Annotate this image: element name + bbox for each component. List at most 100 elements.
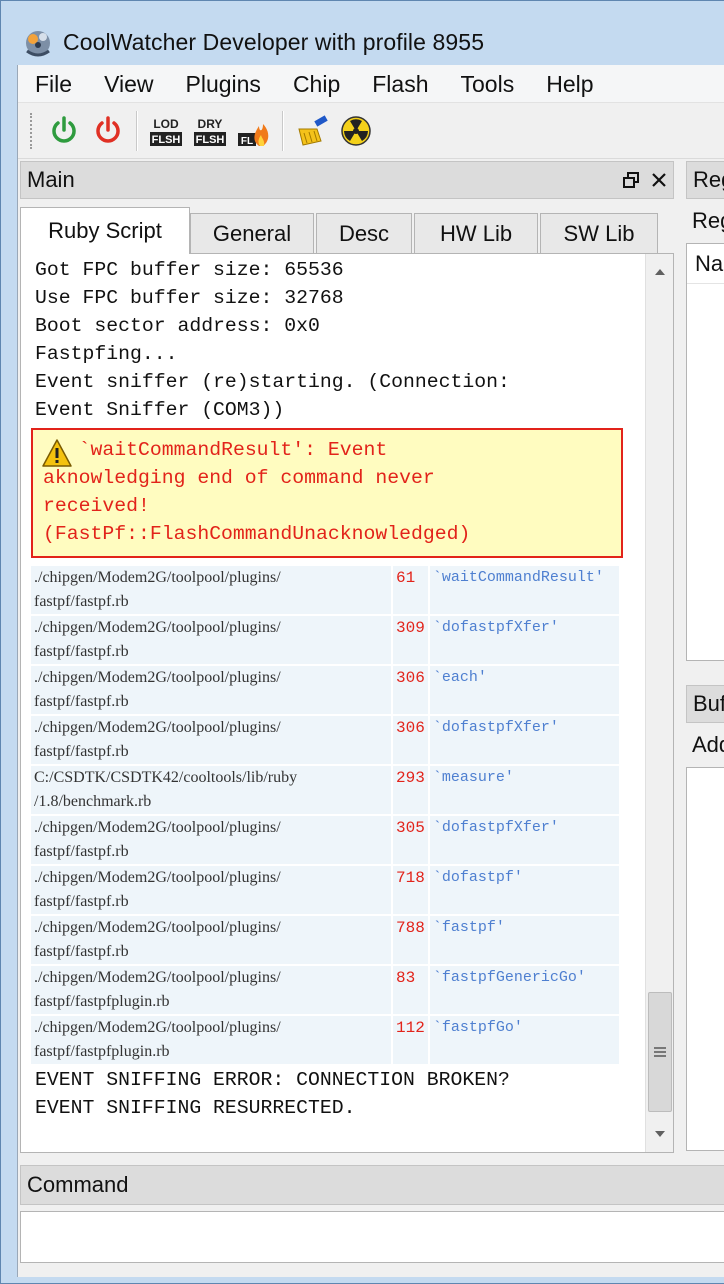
- backtrace-line-number: 309: [393, 616, 428, 664]
- backtrace-method: `dofastpfXfer': [429, 616, 619, 664]
- close-icon: [652, 173, 666, 187]
- triangle-down-icon: [655, 1131, 665, 1137]
- lod-flash-button[interactable]: LOD FLSH: [147, 111, 185, 151]
- backtrace-file-path: ./chipgen/Modem2G/toolpool/plugins/fastp…: [31, 666, 391, 714]
- title-bar[interactable]: CoolWatcher Developer with profile 8955: [7, 19, 724, 65]
- backtrace-method: `waitCommandResult': [429, 566, 619, 614]
- lod-flash-icon: LOD FLSH: [150, 117, 182, 146]
- backtrace-file-path-line2: fastpf/fastpfplugin.rb: [34, 993, 170, 1010]
- backtrace-file-path: ./chipgen/Modem2G/toolpool/plugins/fastp…: [31, 816, 391, 864]
- app-window: CoolWatcher Developer with profile 8955 …: [0, 0, 724, 1284]
- buffer-address-label: Add: [692, 732, 724, 757]
- scroll-down-arrow[interactable]: [646, 1116, 674, 1152]
- registers-table[interactable]: Na: [686, 243, 724, 661]
- backtrace-file-path-line2: fastpf/fastpf.rb: [34, 593, 129, 610]
- clean-button[interactable]: [293, 111, 331, 151]
- toolbar-separator: [136, 110, 138, 151]
- menu-tools[interactable]: Tools: [445, 65, 531, 103]
- float-dock-button[interactable]: [617, 165, 645, 195]
- backtrace-row[interactable]: ./chipgen/Modem2G/toolpool/plugins/fastp…: [31, 866, 619, 914]
- backtrace-file-path-line2: fastpf/fastpf.rb: [34, 943, 129, 960]
- registers-name-column-header[interactable]: Na: [687, 244, 724, 284]
- toolbar-grip[interactable]: [30, 112, 34, 149]
- power-on-button[interactable]: [45, 111, 83, 151]
- backtrace-row[interactable]: ./chipgen/Modem2G/toolpool/plugins/fastp…: [31, 566, 619, 614]
- backtrace-method: `fastpfGenericGo': [429, 966, 619, 1014]
- console-lines-before: Got FPC buffer size: 65536 Use FPC buffer…: [31, 256, 633, 424]
- menu-chip[interactable]: Chip: [277, 65, 356, 103]
- backtrace-line-number: 293: [393, 766, 428, 814]
- backtrace-row[interactable]: ./chipgen/Modem2G/toolpool/plugins/fastp…: [31, 966, 619, 1014]
- backtrace-method: `dofastpfXfer': [429, 716, 619, 764]
- power-off-button[interactable]: [89, 111, 127, 151]
- console-line: Use FPC buffer size: 32768: [35, 287, 344, 309]
- menu-view[interactable]: View: [88, 65, 169, 103]
- menu-help[interactable]: Help: [530, 65, 609, 103]
- console-line: Event Sniffer (COM3)): [35, 399, 285, 421]
- backtrace-method: `measure': [429, 766, 619, 814]
- command-dock-header[interactable]: Command: [20, 1165, 724, 1205]
- backtrace-file-path-line2: fastpf/fastpf.rb: [34, 693, 129, 710]
- menu-flash[interactable]: Flash: [356, 65, 444, 103]
- backtrace-file-path-line2: fastpf/fastpf.rb: [34, 893, 129, 910]
- registers-dock-header[interactable]: Reg: [686, 161, 724, 199]
- backtrace-row[interactable]: ./chipgen/Modem2G/toolpool/plugins/fastp…: [31, 1016, 619, 1064]
- scroll-up-arrow[interactable]: [646, 254, 673, 290]
- backtrace-file-path-line1: ./chipgen/Modem2G/toolpool/plugins/: [34, 619, 281, 636]
- backtrace-file-path: ./chipgen/Modem2G/toolpool/plugins/fastp…: [31, 916, 391, 964]
- scroll-thumb[interactable]: [648, 992, 672, 1112]
- buffer-dock: Buf Add: [686, 685, 724, 1157]
- backtrace-row[interactable]: ./chipgen/Modem2G/toolpool/plugins/fastp…: [31, 616, 619, 664]
- buffer-dock-header[interactable]: Buf: [686, 685, 724, 723]
- grip-lines-icon: [654, 1047, 666, 1057]
- backtrace-line-number: 306: [393, 666, 428, 714]
- backtrace-file-path: ./chipgen/Modem2G/toolpool/plugins/fastp…: [31, 716, 391, 764]
- console-vertical-scrollbar[interactable]: [645, 254, 673, 1152]
- backtrace-line-number: 61: [393, 566, 428, 614]
- command-dock: Command: [20, 1165, 724, 1277]
- backtrace-file-path: C:/CSDTK/CSDTK42/cooltools/lib/ruby/1.8/…: [31, 766, 391, 814]
- close-dock-button[interactable]: [645, 165, 673, 195]
- backtrace-file-path: ./chipgen/Modem2G/toolpool/plugins/fastp…: [31, 866, 391, 914]
- main-dock-header[interactable]: Main: [20, 161, 674, 199]
- dry-flash-button[interactable]: DRY FLSH: [191, 111, 229, 151]
- backtrace-row[interactable]: ./chipgen/Modem2G/toolpool/plugins/fastp…: [31, 716, 619, 764]
- backtrace-file-path-line2: /1.8/benchmark.rb: [34, 793, 152, 810]
- ruby-script-pane: Got FPC buffer size: 65536 Use FPC buffer…: [20, 253, 674, 1153]
- radiation-icon: [341, 115, 371, 146]
- command-input[interactable]: [20, 1211, 724, 1263]
- buffer-view[interactable]: [686, 767, 724, 1151]
- dry-flash-label-bottom: FLSH: [196, 134, 225, 146]
- backtrace-row[interactable]: ./chipgen/Modem2G/toolpool/plugins/fastp…: [31, 816, 619, 864]
- console-line: Event sniffer (re)starting. (Connection:: [35, 371, 510, 393]
- tab-hw-lib[interactable]: HW Lib: [414, 213, 538, 253]
- fl-flash-button[interactable]: FL: [235, 111, 273, 151]
- tab-sw-lib[interactable]: SW Lib: [540, 213, 658, 253]
- backtrace-file-path-line1: ./chipgen/Modem2G/toolpool/plugins/: [34, 1019, 281, 1036]
- main-window-client: File View Plugins Chip Flash Tools Help: [17, 65, 724, 1277]
- tab-desc[interactable]: Desc: [316, 213, 412, 253]
- menu-file[interactable]: File: [18, 65, 88, 103]
- backtrace-method: `fastpfGo': [429, 1016, 619, 1064]
- tab-general[interactable]: General: [190, 213, 314, 253]
- ruby-console-output[interactable]: Got FPC buffer size: 65536 Use FPC buffer…: [31, 256, 633, 1148]
- menu-plugins[interactable]: Plugins: [170, 65, 277, 103]
- dry-flash-icon: DRY FLSH: [194, 117, 226, 146]
- backtrace-file-path: ./chipgen/Modem2G/toolpool/plugins/fastp…: [31, 616, 391, 664]
- backtrace-file-path-line1: ./chipgen/Modem2G/toolpool/plugins/: [34, 969, 281, 986]
- tab-ruby-script[interactable]: Ruby Script: [20, 207, 190, 254]
- backtrace-method: `fastpf': [429, 916, 619, 964]
- fl-flash-icon: FL: [238, 123, 269, 147]
- backtrace-row[interactable]: ./chipgen/Modem2G/toolpool/plugins/fastp…: [31, 666, 619, 714]
- backtrace-row[interactable]: C:/CSDTK/CSDTK42/cooltools/lib/ruby/1.8/…: [31, 766, 619, 814]
- coolwatcher-logo-icon: [26, 31, 50, 57]
- lod-flash-label-bottom: FLSH: [152, 134, 181, 146]
- backtrace-line-number: 305: [393, 816, 428, 864]
- backtrace-file-path-line1: ./chipgen/Modem2G/toolpool/plugins/: [34, 919, 281, 936]
- backtrace-row[interactable]: ./chipgen/Modem2G/toolpool/plugins/fastp…: [31, 916, 619, 964]
- menu-bar: File View Plugins Chip Flash Tools Help: [18, 65, 724, 103]
- main-tabs: Ruby Script General Desc HW Lib SW Lib: [20, 207, 674, 254]
- backtrace-method: `dofastpf': [429, 866, 619, 914]
- radiation-button[interactable]: [337, 111, 375, 151]
- backtrace-file-path: ./chipgen/Modem2G/toolpool/plugins/fastp…: [31, 566, 391, 614]
